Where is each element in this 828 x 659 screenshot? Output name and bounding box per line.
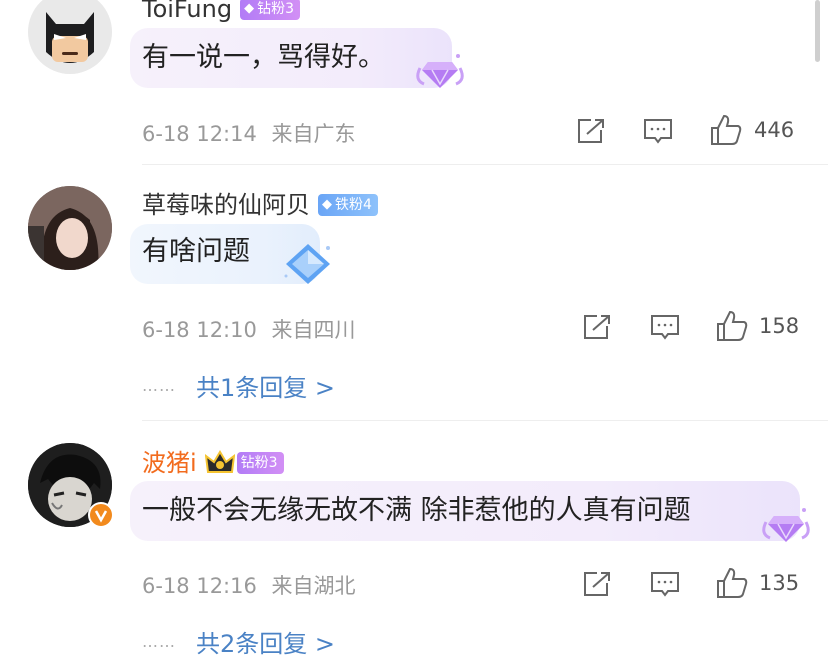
- comment-text: 有一说一，骂得好。: [142, 42, 385, 73]
- fan-badge-label: 钻粉3: [240, 455, 278, 471]
- crown-icon: [204, 450, 235, 473]
- fan-badge[interactable]: ◆ 铁粉4: [318, 194, 378, 216]
- comment-meta: 6-18 12:14 来自广东: [142, 118, 356, 148]
- fan-badge-label: 铁粉4: [335, 197, 372, 213]
- username[interactable]: 波猪i: [142, 448, 197, 478]
- blue-diamond-sticker-icon: [284, 244, 330, 284]
- divider: [142, 420, 828, 421]
- divider: [142, 164, 828, 165]
- scrollbar[interactable]: [815, 0, 820, 62]
- comment-time: 6-18 12:14: [142, 122, 257, 146]
- comment-text: 有啥问题: [142, 236, 250, 267]
- avatar[interactable]: [28, 0, 112, 74]
- replies-dots: ……: [142, 632, 176, 651]
- comment-header: 草莓味的仙阿贝 ◆ 铁粉4: [142, 190, 378, 220]
- share-icon[interactable]: [583, 314, 611, 340]
- girl-photo-avatar-icon: [28, 186, 112, 270]
- replies-row: …… 共1条回复 >: [142, 368, 335, 403]
- share-icon[interactable]: [583, 571, 611, 597]
- verified-v-icon: [88, 502, 114, 528]
- comment-meta: 6-18 12:10 来自四川: [142, 314, 356, 344]
- share-icon[interactable]: [577, 118, 605, 144]
- diamond-badge-icon: ◆: [322, 197, 332, 212]
- comment-location: 来自广东: [271, 122, 356, 146]
- diamond-gem-sticker-icon: [416, 54, 464, 88]
- view-replies-link[interactable]: 共1条回复 >: [196, 368, 335, 403]
- like-count: 446: [754, 118, 795, 142]
- comment-text: 一般不会无缘无故不满 除非惹他的人真有问题: [142, 495, 691, 526]
- replies-row: …… 共2条回复 >: [142, 624, 335, 659]
- like-count: 158: [759, 314, 800, 338]
- batman-avatar-icon: [28, 0, 112, 74]
- comment-header: 波猪i 钻粉3: [142, 448, 284, 478]
- avatar[interactable]: [28, 186, 112, 270]
- comment-time: 6-18 12:16: [142, 574, 257, 598]
- thumbs-up-icon[interactable]: [716, 310, 748, 342]
- username[interactable]: ToiFung: [142, 0, 232, 24]
- comment-location: 来自四川: [271, 318, 356, 342]
- comment-location: 来自湖北: [271, 574, 356, 598]
- comment-icon[interactable]: [650, 571, 680, 597]
- view-replies-link[interactable]: 共2条回复 >: [196, 624, 335, 659]
- like-count: 135: [759, 571, 800, 595]
- thumbs-up-icon[interactable]: [716, 567, 748, 599]
- comment-icon[interactable]: [650, 314, 680, 340]
- comment-time: 6-18 12:10: [142, 318, 257, 342]
- fan-badge-label: 钻粉3: [257, 1, 295, 17]
- thumbs-up-icon[interactable]: [710, 114, 742, 146]
- fan-badge[interactable]: ◆ 钻粉3: [240, 0, 301, 20]
- replies-dots: ……: [142, 376, 176, 395]
- diamond-badge-icon: ◆: [244, 1, 255, 16]
- comment-icon[interactable]: [643, 118, 673, 144]
- diamond-gem-sticker-icon: [762, 508, 810, 542]
- username[interactable]: 草莓味的仙阿贝: [142, 190, 310, 220]
- comment-meta: 6-18 12:16 来自湖北: [142, 570, 356, 600]
- comment-header: ToiFung ◆ 钻粉3: [142, 0, 301, 24]
- fan-badge[interactable]: 钻粉3: [236, 452, 284, 474]
